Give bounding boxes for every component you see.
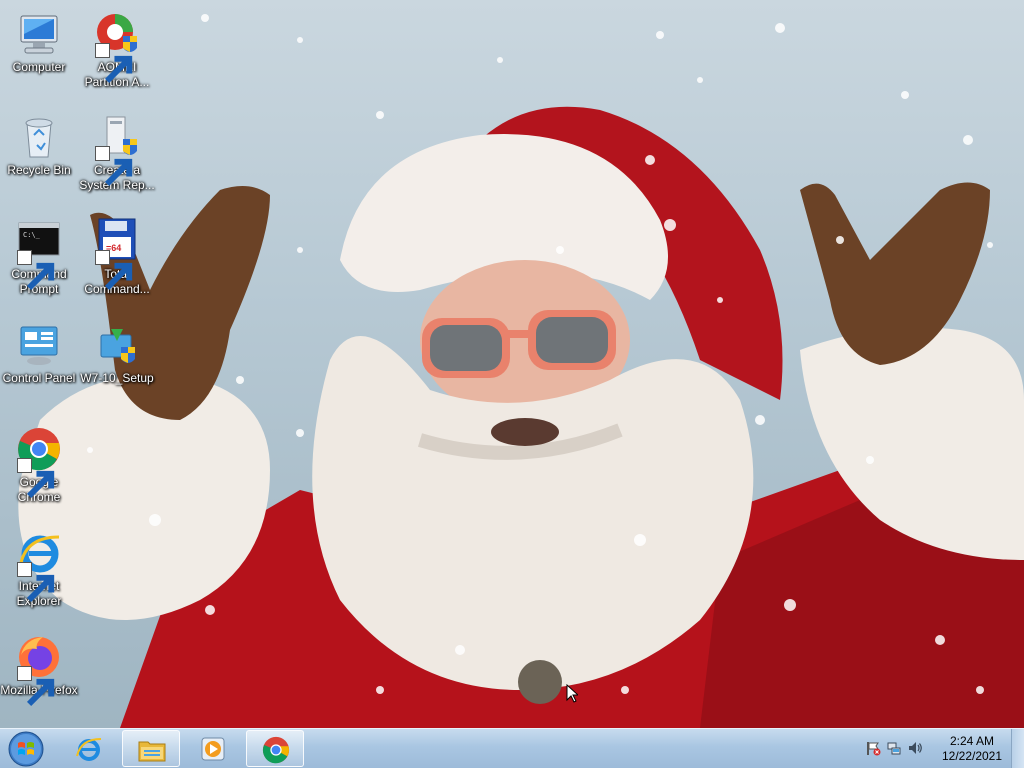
computer-icon — [15, 10, 63, 58]
clock-date: 12/22/2021 — [941, 749, 1003, 763]
taskbar-internet-explorer-button[interactable] — [60, 730, 118, 767]
shortcut-arrow-icon — [17, 250, 55, 291]
system-tray: 2:24 AM 12/22/2021 — [859, 729, 1024, 769]
internet-explorer-icon — [15, 529, 63, 603]
start-button[interactable] — [4, 730, 48, 768]
desktop-icon-mozilla-firefox[interactable]: Mozilla Firefox — [0, 633, 78, 707]
desktop-icon-create-system-repair-disc[interactable]: Create a System Rep... — [78, 113, 156, 193]
internet-explorer-icon — [76, 738, 102, 761]
chrome-icon — [15, 425, 63, 499]
chrome-icon — [262, 736, 290, 764]
volume-icon[interactable] — [907, 740, 923, 756]
clock[interactable]: 2:24 AM 12/22/2021 — [929, 734, 1015, 764]
shortcut-arrow-icon — [95, 146, 133, 187]
desktop-icon-internet-explorer[interactable]: Internet Explorer — [0, 529, 78, 609]
desktop-icon-recycle-bin[interactable]: Recycle Bin — [0, 113, 78, 178]
shortcut-arrow-icon — [95, 43, 133, 84]
folder-icon — [138, 741, 166, 762]
command-prompt-icon: C:\_ — [15, 217, 63, 291]
control-panel-icon — [15, 321, 63, 369]
svg-text:C:\_: C:\_ — [23, 231, 41, 239]
shortcut-arrow-icon — [17, 562, 55, 603]
show-desktop-button[interactable] — [1011, 729, 1024, 768]
desktop-icon-control-panel[interactable]: Control Panel — [0, 321, 78, 386]
clock-time: 2:24 AM — [949, 734, 995, 748]
firefox-icon — [15, 633, 63, 707]
desktop-icon-total-commander[interactable]: =64 Total Command... — [78, 217, 156, 297]
mouse-cursor-icon — [566, 684, 578, 703]
windows-start-orb-icon — [8, 731, 44, 767]
taskbar: 2:24 AM 12/22/2021 — [0, 728, 1024, 768]
system-repair-disc-icon — [93, 113, 141, 187]
desktop-icon-command-prompt[interactable]: C:\_ Command Prompt — [0, 217, 78, 297]
shortcut-arrow-icon — [17, 666, 55, 707]
desktop-icon-google-chrome[interactable]: Google Chrome — [0, 425, 78, 505]
desktop-icon-aomei-partition-assistant[interactable]: AOMEI Partition A... — [78, 10, 156, 90]
taskbar-windows-explorer-button[interactable] — [122, 730, 180, 767]
setup-icon — [93, 321, 141, 369]
shortcut-arrow-icon — [95, 250, 133, 291]
desktop-icon-computer[interactable]: Computer — [0, 10, 78, 75]
aomei-partition-icon — [93, 10, 141, 84]
media-player-icon — [201, 737, 225, 761]
network-icon[interactable] — [886, 740, 902, 756]
shortcut-arrow-icon — [17, 458, 55, 499]
taskbar-google-chrome-button[interactable] — [246, 730, 304, 767]
recycle-bin-icon — [15, 113, 63, 161]
desktop-icon-w7-10-setup[interactable]: W7-10_Setup — [78, 321, 156, 386]
total-commander-icon: =64 — [93, 217, 141, 291]
action-center-flag-icon[interactable] — [865, 740, 881, 756]
taskbar-media-player-button[interactable] — [184, 730, 242, 767]
